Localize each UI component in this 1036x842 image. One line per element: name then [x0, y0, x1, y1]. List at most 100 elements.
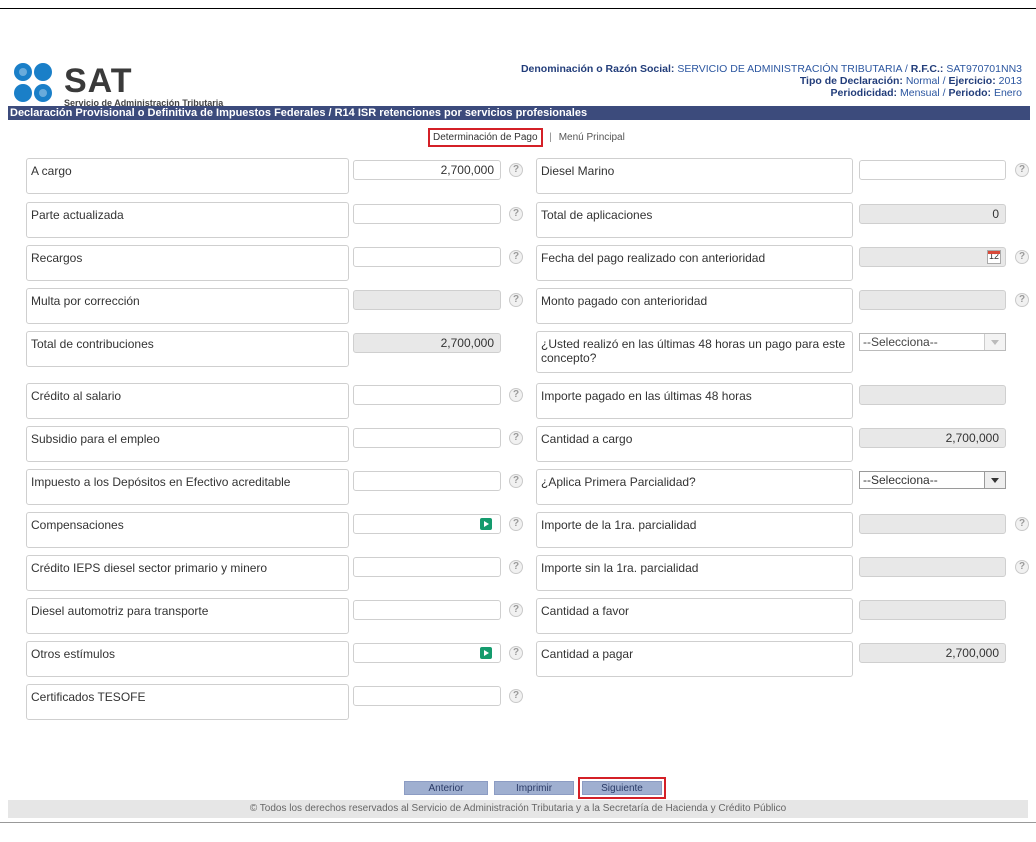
taxpayer-line: Denominación o Razón Social: SERVICIO DE…	[521, 63, 1022, 75]
bottom-divider	[0, 822, 1036, 823]
field-label: Cantidad a pagar	[536, 641, 853, 677]
field-label: Diesel Marino	[536, 158, 853, 194]
importe-48-horas-input	[859, 385, 1006, 405]
help-icon[interactable]: ?	[509, 646, 523, 660]
field-label: Importe pagado en las últimas 48 horas	[536, 383, 853, 419]
help-icon[interactable]: ?	[509, 163, 523, 177]
tab-menu-principal[interactable]: Menú Principal	[559, 132, 625, 143]
help-icon[interactable]: ?	[1015, 293, 1029, 307]
rfc-value: SAT970701NN3	[946, 63, 1022, 75]
field-label: Crédito al salario	[26, 383, 349, 419]
sat-logo-icon	[14, 63, 52, 102]
help-icon[interactable]: ?	[509, 474, 523, 488]
field-label: Cantidad a cargo	[536, 426, 853, 462]
importe-sin-1ra-parcialidad-input	[859, 557, 1006, 577]
help-icon[interactable]: ?	[509, 207, 523, 221]
help-icon[interactable]: ?	[1015, 250, 1029, 264]
pago-48-horas-select[interactable]: --Selecciona--	[859, 333, 1006, 351]
tab-determinacion-de-pago[interactable]: Determinación de Pago	[428, 128, 543, 147]
field-label: ¿Aplica Primera Parcialidad?	[536, 469, 853, 505]
credito-al-salario-input[interactable]	[353, 385, 501, 405]
help-icon[interactable]: ?	[1015, 517, 1029, 531]
field-label: Importe de la 1ra. parcialidad	[536, 512, 853, 548]
periodo-line: Periodicidad: Mensual / Periodo: Enero	[521, 87, 1022, 99]
help-icon[interactable]: ?	[1015, 560, 1029, 574]
field-label: Otros estímulos	[26, 641, 349, 677]
anterior-button[interactable]: Anterior	[404, 781, 488, 795]
field-label: Subsidio para el empleo	[26, 426, 349, 462]
help-icon[interactable]: ?	[509, 689, 523, 703]
field-label: Crédito IEPS diesel sector primario y mi…	[26, 555, 349, 591]
nav-separator: |	[549, 132, 552, 143]
declaration-info: Denominación o Razón Social: SERVICIO DE…	[521, 63, 1022, 99]
parte-actualizada-input[interactable]	[353, 204, 501, 224]
select-value: --Selecciona--	[863, 473, 938, 487]
periodicidad-label: Periodicidad:	[830, 87, 898, 99]
field-label: Total de aplicaciones	[536, 202, 853, 238]
field-label: Parte actualizada	[26, 202, 349, 238]
tipo-value: Normal	[905, 75, 940, 87]
help-icon[interactable]: ?	[509, 293, 523, 307]
field-label: ¿Usted realizó en las últimas 48 horas u…	[536, 331, 853, 373]
razon-social-value: SERVICIO DE ADMINISTRACIÓN TRIBUTARIA	[677, 63, 902, 75]
play-icon[interactable]	[480, 518, 492, 530]
form-buttons: Anterior Imprimir Siguiente	[0, 777, 1036, 799]
help-icon[interactable]: ?	[509, 560, 523, 574]
help-icon[interactable]: ?	[1015, 163, 1029, 177]
top-divider	[0, 8, 1036, 9]
otros-estimulos-input[interactable]	[353, 643, 501, 663]
imprimir-button[interactable]: Imprimir	[494, 781, 574, 795]
monto-pagado-anterior-input	[859, 290, 1006, 310]
chevron-down-icon	[984, 334, 1005, 350]
calendar-icon[interactable]: 12	[987, 250, 1001, 264]
ejercicio-value: 2013	[998, 75, 1022, 87]
field-label: Total de contribuciones	[26, 331, 349, 367]
siguiente-button[interactable]: Siguiente	[578, 777, 666, 799]
periodicidad-value: Mensual	[899, 87, 940, 99]
field-label: Recargos	[26, 245, 349, 281]
tipo-label: Tipo de Declaración:	[799, 75, 903, 87]
rfc-label: R.F.C.:	[910, 63, 944, 75]
total-de-contribuciones-input: 2,700,000	[353, 333, 501, 353]
sat-logo: SAT Servicio de Administración Tributari…	[12, 62, 252, 108]
field-label: Impuesto a los Depósitos en Efectivo acr…	[26, 469, 349, 505]
play-icon[interactable]	[480, 647, 492, 659]
help-icon[interactable]: ?	[509, 250, 523, 264]
certificados-tesofe-input[interactable]	[353, 686, 501, 706]
a-cargo-input[interactable]: 2,700,000	[353, 160, 501, 180]
form-title-bar: Declaración Provisional o Definitiva de …	[8, 106, 1030, 120]
field-label: Importe sin la 1ra. parcialidad	[536, 555, 853, 591]
field-label: Cantidad a favor	[536, 598, 853, 634]
impuesto-depositos-efectivo-input[interactable]	[353, 471, 501, 491]
logo-text: SAT	[64, 62, 133, 100]
periodo-value: Enero	[993, 87, 1022, 99]
help-icon[interactable]: ?	[509, 431, 523, 445]
footer-copyright: © Todos los derechos reservados al Servi…	[8, 800, 1028, 818]
help-icon[interactable]: ?	[509, 603, 523, 617]
cantidad-a-favor-input	[859, 600, 1006, 620]
select-value: --Selecciona--	[863, 335, 938, 349]
field-label: Diesel automotriz para transporte	[26, 598, 349, 634]
primera-parcialidad-select[interactable]: --Selecciona--	[859, 471, 1006, 489]
help-icon[interactable]: ?	[509, 388, 523, 402]
diesel-automotriz-input[interactable]	[353, 600, 501, 620]
total-de-aplicaciones-input: 0	[859, 204, 1006, 224]
field-label: Multa por corrección	[26, 288, 349, 324]
compensaciones-input[interactable]	[353, 514, 501, 534]
field-label: Monto pagado con anterioridad	[536, 288, 853, 324]
cantidad-a-pagar-input: 2,700,000	[859, 643, 1006, 663]
field-label: Fecha del pago realizado con anteriorida…	[536, 245, 853, 281]
razon-social-label: Denominación o Razón Social:	[520, 63, 675, 75]
field-label: A cargo	[26, 158, 349, 194]
fecha-pago-anterior-input: 12	[859, 247, 1006, 267]
importe-1ra-parcialidad-input	[859, 514, 1006, 534]
separator: /	[904, 63, 908, 75]
diesel-marino-input[interactable]	[859, 160, 1006, 180]
separator: /	[942, 87, 946, 99]
help-icon[interactable]: ?	[509, 517, 523, 531]
recargos-input[interactable]	[353, 247, 501, 267]
separator: /	[942, 75, 946, 87]
field-label: Compensaciones	[26, 512, 349, 548]
subsidio-para-el-empleo-input[interactable]	[353, 428, 501, 448]
credito-ieps-diesel-input[interactable]	[353, 557, 501, 577]
